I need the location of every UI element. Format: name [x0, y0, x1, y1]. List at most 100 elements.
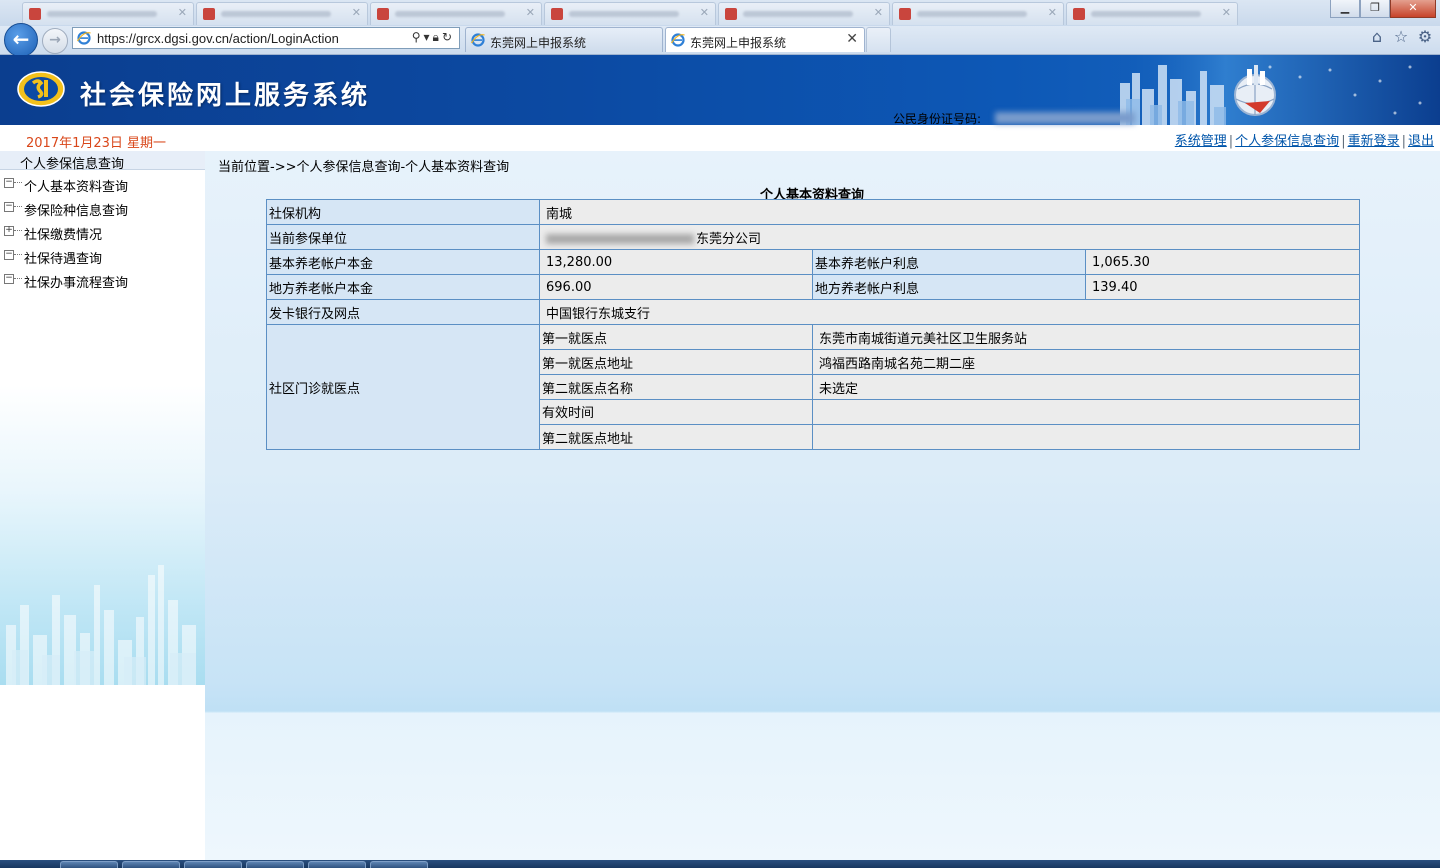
taskbar-button[interactable] [308, 861, 366, 868]
second-clinic-name-label: 第二就医点名称 [539, 374, 813, 400]
local-interest-label: 地方养老帐户利息 [812, 274, 1086, 300]
browser-tools: ⌂ ☆ ⚙ [1368, 28, 1434, 46]
back-arrow-icon[interactable]: ← [4, 23, 38, 57]
sidebar-item-benefits[interactable]: − 社保待遇查询 [0, 244, 205, 268]
tab-dongguan-1[interactable]: 东莞网上申报系统 [465, 27, 663, 52]
close-icon[interactable]: ✕ [1222, 6, 1231, 19]
sidebar-item-payments[interactable]: + 社保缴费情况 [0, 220, 205, 244]
link-relogin[interactable]: 重新登录 [1348, 134, 1400, 149]
address-bar[interactable]: https://grcx.dgsi.gov.cn/action/LoginAct… [72, 27, 460, 49]
employer-value: 东莞分公司 [696, 231, 762, 247]
background-tab[interactable]: ✕ [544, 2, 716, 25]
main-content: 当前位置->>个人参保信息查询-个人基本资料查询 个人基本资料查询 社保机构 南… [205, 151, 1440, 860]
sidebar-item-insurance-types[interactable]: − 参保险种信息查询 [0, 196, 205, 220]
ie-logo-icon [471, 33, 485, 47]
skyline-decoration [6, 565, 196, 685]
local-interest-value: 139.40 [1084, 274, 1361, 300]
browser-toolbar: ← → https://grcx.dgsi.gov.cn/action/Logi… [0, 23, 1440, 57]
clinic-label: 社区门诊就医点 [266, 324, 540, 450]
os-taskbar [0, 860, 1440, 868]
table-row: 社保机构 南城 [266, 199, 1361, 225]
sidebar-header-title: 个人参保信息查询 [20, 157, 125, 172]
sidebar-header: 个人参保信息查询 [0, 151, 205, 172]
window-close-icon[interactable]: ✕ [1390, 0, 1436, 18]
taskbar-button[interactable] [370, 861, 428, 868]
taskbar-button[interactable] [184, 861, 242, 868]
bank-value: 中国银行东城支行 [538, 299, 1361, 325]
close-icon[interactable]: ✕ [874, 6, 883, 19]
valid-time-label: 有效时间 [539, 399, 813, 425]
table-row: 发卡银行及网点 中国银行东城支行 [266, 299, 1361, 325]
sidebar: 个人参保信息查询 − 个人基本资料查询 − 参保险种信息查询 + 社保缴费情况 … [0, 151, 206, 860]
close-icon[interactable]: ✕ [352, 6, 361, 19]
current-date: 2017年1月23日 星期一 [26, 136, 167, 151]
tab-favicon-icon [203, 8, 215, 20]
basic-principal-value: 13,280.00 [539, 249, 813, 275]
employer-value-cell: 东莞分公司 [538, 224, 1361, 250]
close-tab-icon[interactable]: ✕ [846, 31, 858, 47]
expand-icon[interactable]: + [4, 226, 14, 236]
background-tab[interactable]: ✕ [22, 2, 194, 25]
gear-icon[interactable]: ⚙ [1416, 28, 1434, 46]
taskbar-button[interactable] [60, 861, 118, 868]
table-row: 基本养老帐户本金 13,280.00 基本养老帐户利息 1,065.30 [266, 249, 1361, 275]
sidebar-item-label: 社保办事流程查询 [24, 276, 129, 291]
taskbar-button[interactable] [246, 861, 304, 868]
close-icon[interactable]: ✕ [526, 6, 535, 19]
basic-interest-label: 基本养老帐户利息 [812, 249, 1086, 275]
table-row: 当前参保单位 东莞分公司 [266, 224, 1361, 250]
agency-value: 南城 [538, 199, 1361, 225]
redacted-employer-name [546, 234, 694, 244]
redacted-id-number [995, 112, 1135, 124]
background-tab[interactable]: ✕ [718, 2, 890, 25]
si-logo-icon [17, 71, 65, 107]
sidebar-item-basic-info[interactable]: − 个人基本资料查询 [0, 172, 205, 196]
link-system-management[interactable]: 系统管理 [1175, 134, 1227, 149]
tab-favicon-icon [377, 8, 389, 20]
local-principal-value: 696.00 [539, 274, 813, 300]
sidebar-item-procedures[interactable]: − 社保办事流程查询 [0, 268, 205, 292]
search-icon[interactable]: ⚲ [412, 30, 424, 44]
second-clinic-address-label: 第二就医点地址 [539, 424, 813, 450]
taskbar-button[interactable] [122, 861, 180, 868]
collapse-icon[interactable]: − [4, 178, 14, 188]
background-tab[interactable]: ✕ [196, 2, 368, 25]
close-icon[interactable]: ✕ [178, 6, 187, 19]
table-row: 地方养老帐户本金 696.00 地方养老帐户利息 139.40 [266, 274, 1361, 300]
first-clinic-label: 第一就医点 [539, 324, 813, 350]
background-tab[interactable]: ✕ [370, 2, 542, 25]
url-text[interactable]: https://grcx.dgsi.gov.cn/action/LoginAct… [97, 31, 339, 46]
tab-favicon-icon [899, 8, 911, 20]
close-icon[interactable]: ✕ [1048, 6, 1057, 19]
sidebar-item-label: 社保缴费情况 [24, 228, 103, 243]
home-icon[interactable]: ⌂ [1368, 28, 1386, 46]
basic-info-table: 社保机构 南城 当前参保单位 东莞分公司 基本养老帐户本金 13,280.00 … [266, 199, 1361, 450]
new-tab-button[interactable] [866, 27, 891, 52]
collapse-icon[interactable]: − [4, 202, 14, 212]
forward-arrow-icon[interactable]: → [42, 28, 68, 54]
favorites-star-icon[interactable]: ☆ [1392, 28, 1410, 46]
sidebar-item-label: 个人基本资料查询 [24, 180, 129, 195]
background-tab[interactable]: ✕ [1066, 2, 1238, 25]
refresh-icon[interactable]: ↻ [442, 30, 455, 44]
second-clinic-address-value [811, 424, 1361, 450]
background-tab[interactable]: ✕ [892, 2, 1064, 25]
collapse-icon[interactable]: − [4, 250, 14, 260]
link-logout[interactable]: 退出 [1408, 134, 1434, 149]
tab-dongguan-2[interactable]: 东莞网上申报系统 ✕ [665, 27, 865, 52]
minimize-icon[interactable]: ▁ [1330, 0, 1360, 18]
dropdown-icon[interactable]: ▾ [424, 30, 433, 44]
maximize-icon[interactable]: ❐ [1360, 0, 1390, 18]
close-icon[interactable]: ✕ [700, 6, 709, 19]
city-skyline-graphic [1110, 55, 1440, 125]
first-clinic-value: 东莞市南城街道元美社区卫生服务站 [811, 324, 1361, 350]
link-personal-insurance-query[interactable]: 个人参保信息查询 [1235, 134, 1339, 149]
basic-interest-value: 1,065.30 [1084, 249, 1361, 275]
bank-label: 发卡银行及网点 [266, 299, 540, 325]
tab-label: 东莞网上申报系统 [490, 36, 587, 50]
tab-favicon-icon [1073, 8, 1085, 20]
collapse-icon[interactable]: − [4, 274, 14, 284]
lock-icon[interactable]: 🔒︎ [433, 30, 442, 44]
employer-label: 当前参保单位 [266, 224, 540, 250]
valid-time-value [811, 399, 1361, 425]
